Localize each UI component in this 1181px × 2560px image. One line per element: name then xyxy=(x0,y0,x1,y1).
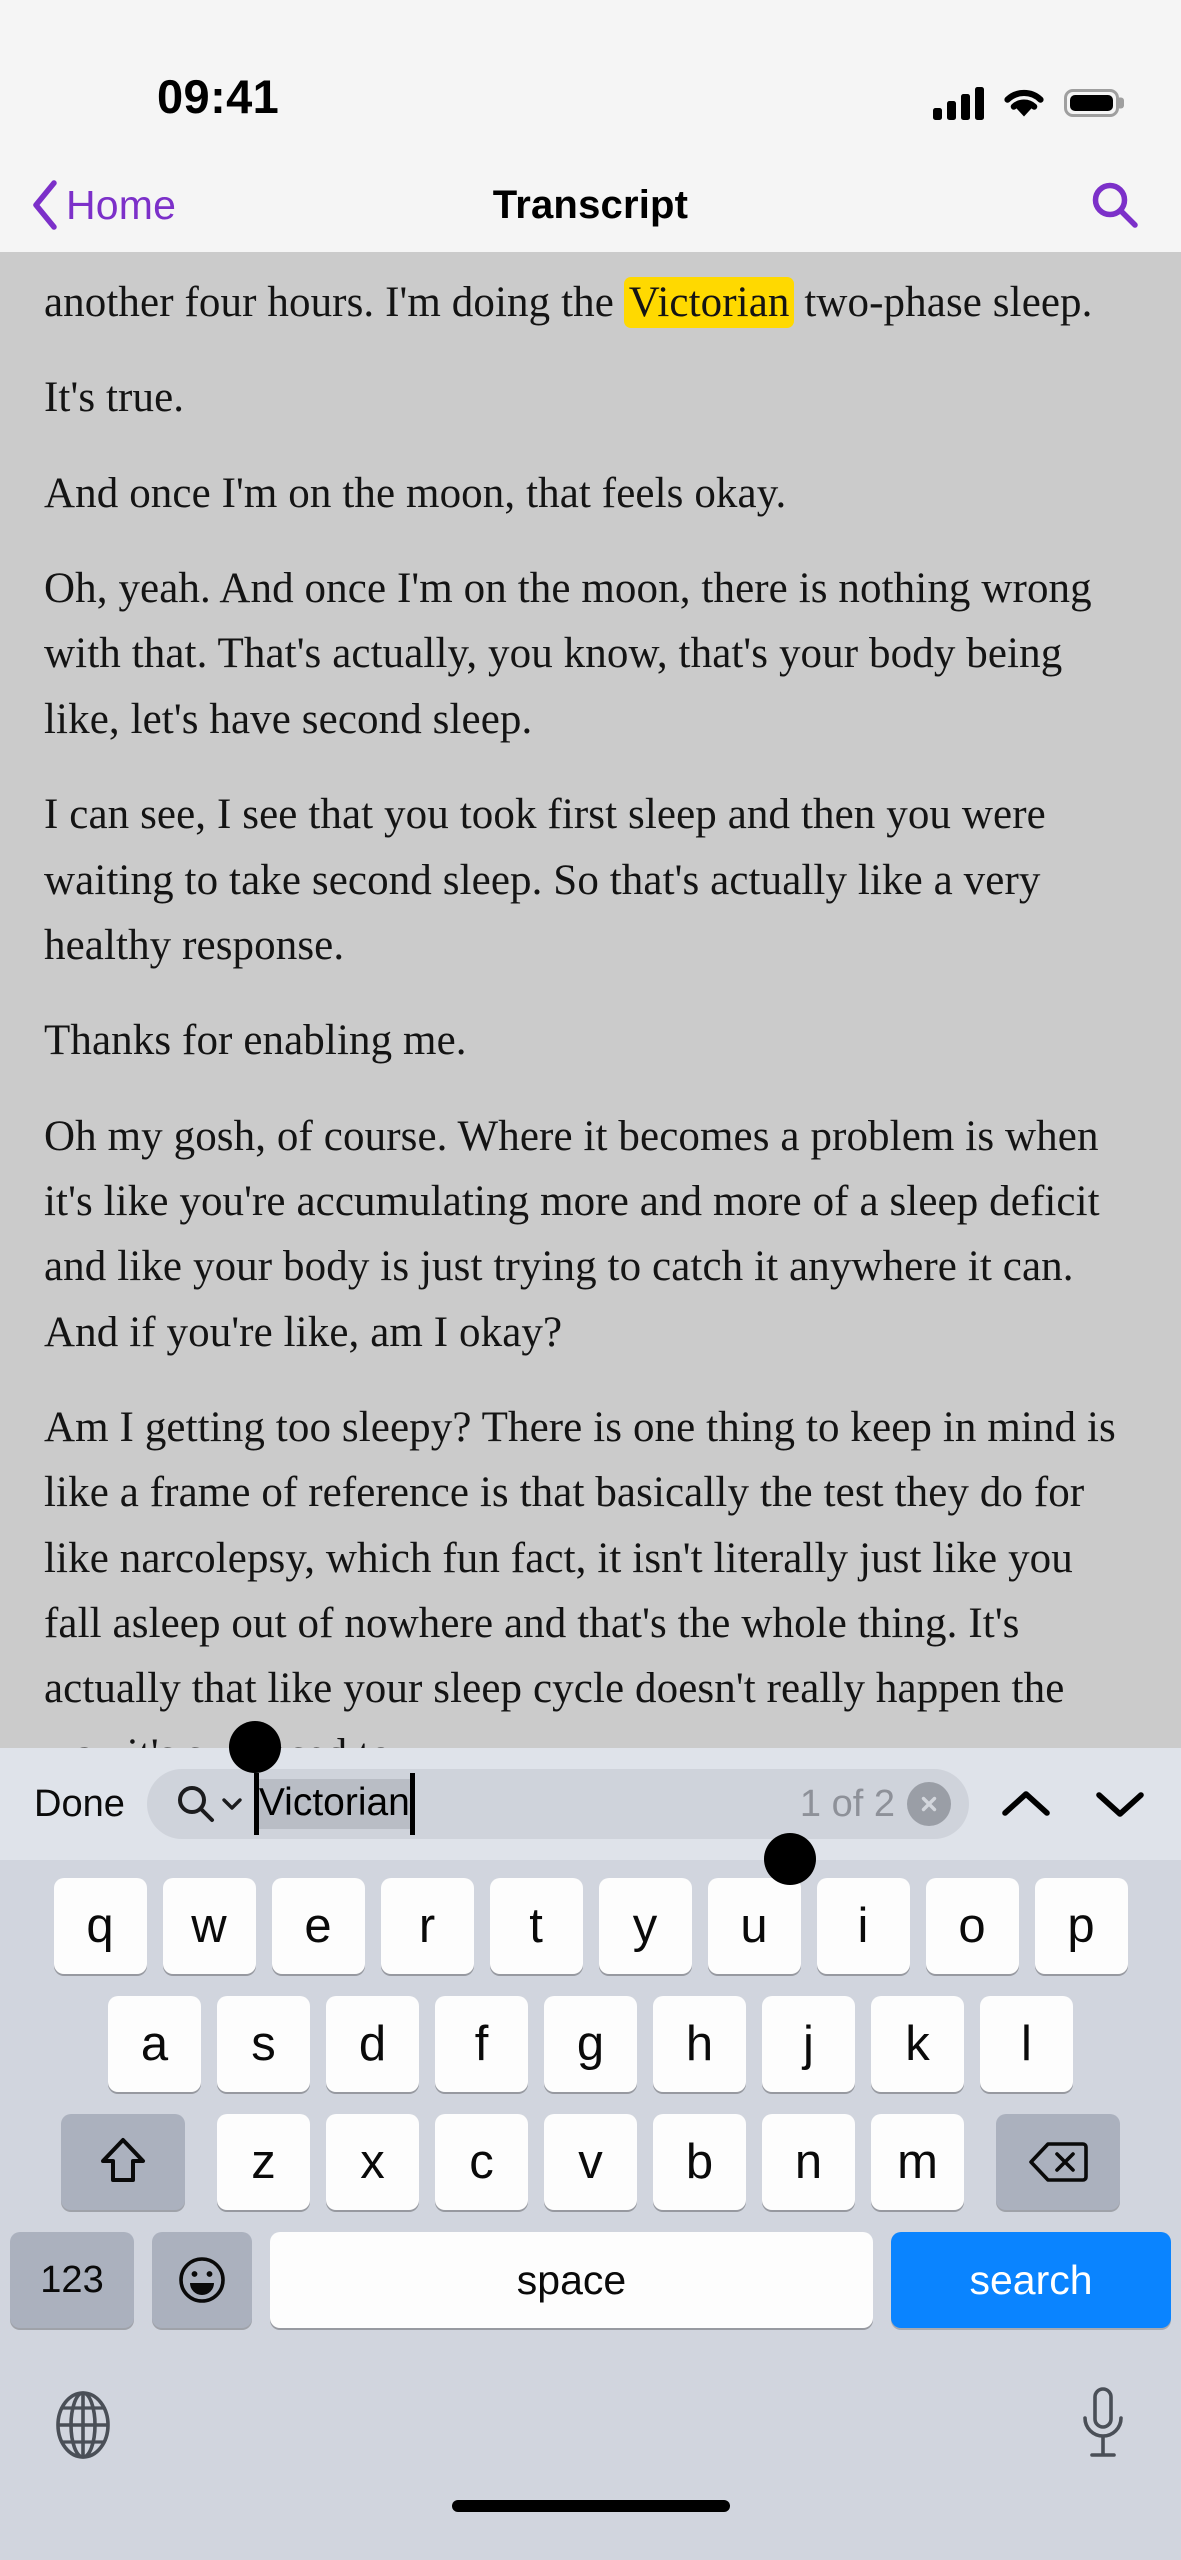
key-u[interactable]: u xyxy=(707,1878,801,1974)
status-bar: 09:41 xyxy=(0,0,1181,158)
key-n[interactable]: n xyxy=(762,2114,855,2210)
phone-screen: 09:41 Home Transcript another four hours… xyxy=(0,0,1181,2560)
key-h[interactable]: h xyxy=(653,1996,746,2092)
globe-key[interactable] xyxy=(52,2388,114,2462)
transcript-paragraph: It's true. xyxy=(44,374,185,422)
back-button-label: Home xyxy=(66,181,177,228)
dictation-key[interactable] xyxy=(1077,2385,1129,2465)
transcript-paragraph: I can see, I see that you took first sle… xyxy=(44,791,1046,969)
search-input[interactable]: Victorian 1 of 2 xyxy=(146,1721,969,1885)
key-z[interactable]: z xyxy=(217,2114,310,2210)
back-button[interactable]: Home xyxy=(30,179,176,231)
search-input-value: Victorian xyxy=(253,1773,415,1835)
page-title: Transcript xyxy=(492,182,689,227)
chevron-left-icon xyxy=(33,180,57,230)
key-m[interactable]: m xyxy=(871,2114,964,2210)
transcript-content[interactable]: another four hours. I'm doing the Victor… xyxy=(0,252,1181,1748)
key-e[interactable]: e xyxy=(271,1878,365,1974)
key-i[interactable]: i xyxy=(816,1878,910,1974)
space-key[interactable]: space xyxy=(270,2232,873,2328)
match-navigation xyxy=(991,1777,1147,1831)
key-x[interactable]: x xyxy=(326,2114,419,2210)
search-return-key[interactable]: search xyxy=(891,2232,1171,2328)
globe-icon xyxy=(56,2391,110,2459)
key-g[interactable]: g xyxy=(544,1996,637,2092)
emoji-key[interactable] xyxy=(152,2232,252,2328)
key-t[interactable]: t xyxy=(489,1878,583,1974)
key-y[interactable]: y xyxy=(598,1878,692,1974)
shift-icon xyxy=(101,2138,145,2182)
home-indicator-area xyxy=(0,2500,1181,2560)
find-toolbar: Done Victorian 1 of 2 xyxy=(0,1721,1181,1885)
transcript-paragraph: Thanks for enabling me. xyxy=(44,1017,467,1065)
backspace-key[interactable] xyxy=(996,2114,1120,2210)
search-input-text-wrap[interactable]: Victorian xyxy=(228,1721,816,1885)
wifi-icon xyxy=(1004,89,1044,116)
key-a[interactable]: a xyxy=(108,1996,201,2092)
shift-key[interactable] xyxy=(61,2114,185,2210)
key-o[interactable]: o xyxy=(925,1878,1019,1974)
status-bar-indicators xyxy=(933,86,1119,124)
backspace-icon xyxy=(1029,2142,1088,2182)
selection-caret-end xyxy=(409,1773,415,1835)
selection-handle-end[interactable] xyxy=(763,1833,816,1885)
transcript-paragraph: Am I getting too sleepy? There is one th… xyxy=(44,1404,1116,1748)
navigation-bar: Home Transcript xyxy=(0,158,1181,252)
key-l[interactable]: l xyxy=(980,1996,1073,2092)
search-match-highlight: Victorian xyxy=(623,277,795,328)
paragraph-text-before: another four hours. I'm doing the xyxy=(44,279,625,326)
keyboard-bottom-bar xyxy=(0,2350,1181,2500)
key-s[interactable]: s xyxy=(217,1996,310,2092)
key-c[interactable]: c xyxy=(435,2114,528,2210)
transcript-paragraph: And once I'm on the moon, that feels oka… xyxy=(44,469,787,517)
search-button[interactable] xyxy=(1089,179,1141,231)
microphone-icon xyxy=(1083,2387,1123,2457)
key-j[interactable]: j xyxy=(762,1996,855,2092)
transcript-paragraph: Oh, yeah. And once I'm on the moon, ther… xyxy=(44,565,1092,743)
status-bar-time: 09:41 xyxy=(157,70,280,123)
clear-circle-icon xyxy=(921,1796,937,1812)
clear-search-button[interactable] xyxy=(907,1782,951,1826)
match-count-label: 1 of 2 xyxy=(799,1782,895,1825)
transcript-paragraph: Oh my gosh, of course. Where it becomes … xyxy=(44,1112,1100,1356)
search-icon xyxy=(177,1786,214,1822)
done-button[interactable]: Done xyxy=(34,1783,125,1826)
key-b[interactable]: b xyxy=(653,2114,746,2210)
on-screen-keyboard: q w e r t y u i o p a s d f g h j k l z … xyxy=(0,1860,1181,2560)
transcript-paragraph: another four hours. I'm doing the Victor… xyxy=(44,270,1137,335)
selection-caret-start xyxy=(253,1773,259,1835)
signal-bars-icon xyxy=(933,86,984,120)
numbers-key[interactable]: 123 xyxy=(10,2232,134,2328)
key-k[interactable]: k xyxy=(871,1996,964,2092)
key-p[interactable]: p xyxy=(1034,1878,1128,1974)
battery-icon xyxy=(1064,89,1119,117)
search-icon xyxy=(1092,182,1138,228)
keyboard-row-2: a s d f g h j k l xyxy=(0,1996,1181,2092)
key-q[interactable]: q xyxy=(53,1878,147,1974)
keyboard-row-1: q w e r t y u i o p xyxy=(0,1878,1181,1974)
previous-match-button[interactable] xyxy=(999,1777,1053,1831)
next-match-button[interactable] xyxy=(1093,1777,1147,1831)
key-d[interactable]: d xyxy=(326,1996,419,2092)
key-v[interactable]: v xyxy=(544,2114,637,2210)
match-counter-group: 1 of 2 xyxy=(800,1782,955,1826)
chevron-down-icon xyxy=(222,1798,242,1810)
key-r[interactable]: r xyxy=(380,1878,474,1974)
key-w[interactable]: w xyxy=(162,1878,256,1974)
search-scope-button[interactable] xyxy=(175,1783,243,1825)
key-f[interactable]: f xyxy=(435,1996,528,2092)
selection-handle-start[interactable] xyxy=(228,1721,281,1773)
chevron-down-icon xyxy=(1096,1792,1144,1817)
home-indicator[interactable] xyxy=(451,2500,730,2512)
chevron-up-icon xyxy=(1002,1791,1050,1816)
keyboard-row-4: 123 space search xyxy=(0,2232,1181,2328)
emoji-smiley-icon xyxy=(179,2257,225,2303)
paragraph-text-after: two-phase sleep. xyxy=(793,279,1093,326)
keyboard-row-3: z x c v b n m xyxy=(0,2114,1181,2210)
